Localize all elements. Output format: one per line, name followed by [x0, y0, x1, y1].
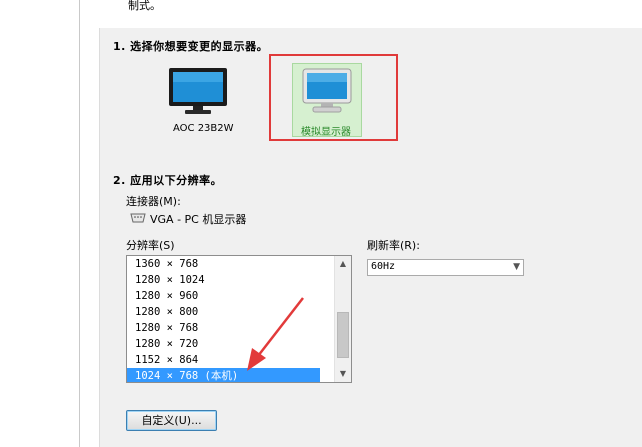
monitor-aoc[interactable]: [167, 66, 229, 119]
divider-line: [79, 0, 80, 447]
vga-connector-icon: [130, 213, 146, 226]
left-blank-area: [0, 0, 80, 447]
list-item[interactable]: 1152 × 864: [135, 352, 198, 368]
step2-heading: 2. 应用以下分辨率。: [113, 174, 223, 187]
scroll-up-icon[interactable]: ▲: [335, 256, 351, 272]
list-scrollbar[interactable]: ▲ ▼: [334, 256, 351, 382]
resolution-label: 分辨率(S): [126, 239, 175, 252]
connector-value: VGA - PC 机显示器: [150, 213, 247, 226]
resolution-listbox[interactable]: 1360 × 768 1280 × 1024 1280 × 960 1280 ×…: [126, 255, 352, 383]
list-item[interactable]: 1280 × 800: [135, 304, 198, 320]
list-item[interactable]: 1360 × 768: [135, 256, 198, 272]
top-text-fragment: 制式。: [128, 0, 161, 12]
monitor-aoc-label: AOC 23B2W: [173, 123, 234, 134]
connector-label: 连接器(M):: [126, 195, 181, 208]
refresh-rate-value: 60Hz: [371, 261, 396, 272]
list-item[interactable]: 1280 × 960: [135, 288, 198, 304]
list-item-selected[interactable]: 1024 × 768 (本机): [127, 368, 320, 382]
refresh-rate-dropdown[interactable]: 60Hz ▼: [367, 259, 524, 276]
refresh-rate-label: 刷新率(R):: [367, 239, 420, 252]
list-item[interactable]: 1280 × 1024: [135, 272, 205, 288]
scroll-thumb[interactable]: [337, 312, 349, 358]
customize-button[interactable]: 自定义(U)...: [126, 410, 217, 431]
monitor-icon: [169, 68, 227, 114]
step1-heading: 1. 选择你想要变更的显示器。: [113, 40, 269, 53]
selection-highlight-box: [269, 54, 398, 141]
dropdown-arrow-icon: ▼: [513, 262, 520, 272]
list-item[interactable]: 1280 × 720: [135, 336, 198, 352]
scroll-down-icon[interactable]: ▼: [335, 366, 351, 382]
list-item[interactable]: 1280 × 768: [135, 320, 198, 336]
